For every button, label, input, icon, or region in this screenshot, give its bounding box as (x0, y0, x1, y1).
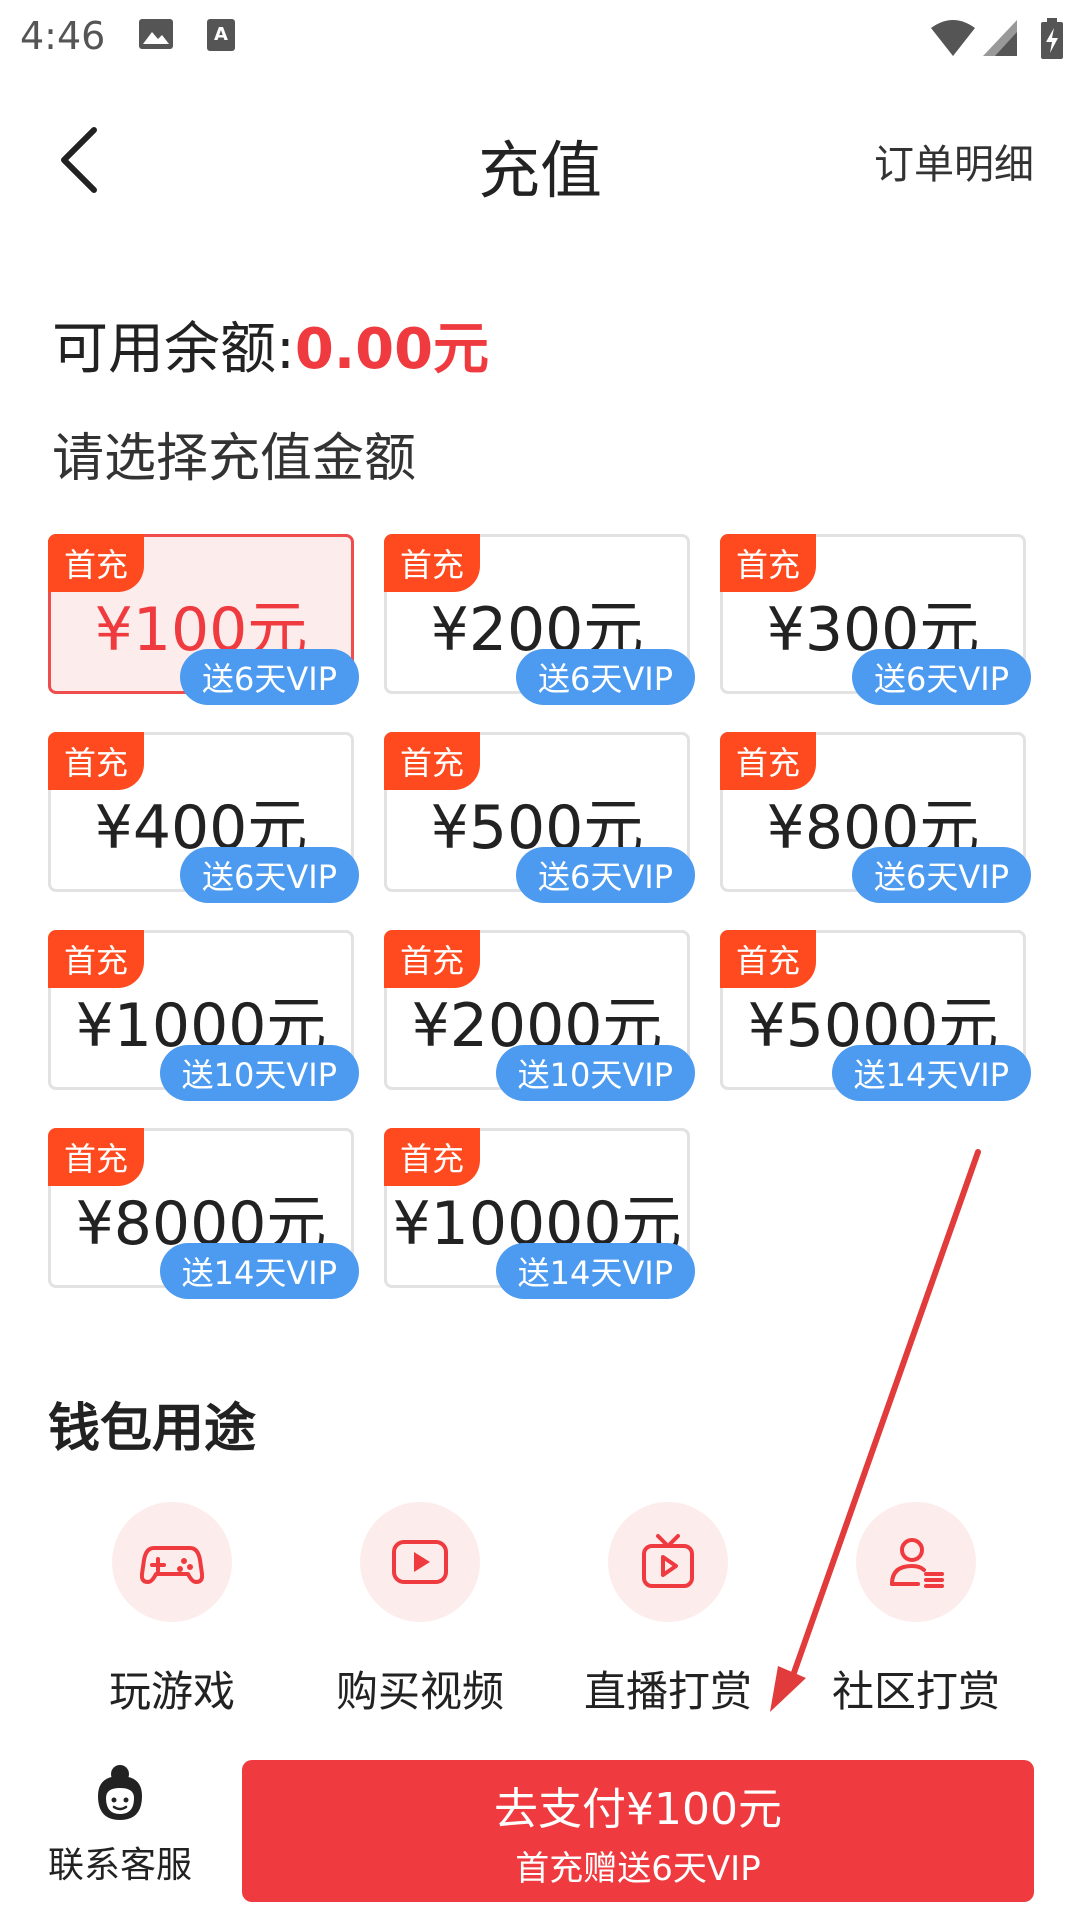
community-user-icon (890, 1538, 944, 1588)
customer-service-button[interactable]: 联系客服 (30, 1762, 210, 1888)
vip-bonus-pill: 送6天VIP (180, 847, 359, 903)
recharge-option-5000[interactable]: 首充 ¥5000元 送14天VIP (720, 930, 1031, 1101)
recharge-option-800[interactable]: 首充 ¥800元 送6天VIP (720, 732, 1031, 903)
vip-bonus-pill: 送6天VIP (180, 649, 359, 705)
use-label: 直播打赏 (583, 1667, 752, 1716)
wifi-icon (931, 20, 975, 56)
wallet-use-buy-video: 购买视频 (300, 1502, 540, 1719)
recharge-page: 4:46 A 充值 订单明细 可用余额:0.00元 请选择充值金额 首充 ¥10… (0, 0, 1080, 1920)
vip-bonus-pill: 送10天VIP (159, 1045, 359, 1101)
tv-live-icon (642, 1534, 694, 1588)
image-icon (139, 19, 173, 49)
text-a-icon: A (207, 19, 235, 51)
recharge-option-200[interactable]: 首充 ¥200元 送6天VIP (384, 534, 695, 705)
vip-bonus-pill: 送6天VIP (852, 649, 1031, 705)
available-balance: 可用余额:0.00元 (52, 304, 489, 385)
use-label: 社区打赏 (831, 1667, 1000, 1716)
recharge-option-100[interactable]: 首充 ¥100元 送6天VIP (48, 534, 359, 705)
status-bar: 4:46 A (0, 0, 1080, 72)
order-details-link[interactable]: 订单明细 (874, 132, 1034, 190)
recharge-option-1000[interactable]: 首充 ¥1000元 送10天VIP (48, 930, 359, 1101)
recharge-options-grid: 首充 ¥100元 送6天VIP 首充 ¥200元 送6天VIP 首充 ¥300元… (48, 534, 1048, 1304)
use-icon-circle (112, 1502, 232, 1622)
gamepad-icon (140, 1546, 204, 1584)
vip-bonus-pill: 送6天VIP (516, 649, 695, 705)
recharge-option-2000[interactable]: 首充 ¥2000元 送10天VIP (384, 930, 695, 1101)
balance-amount: 0.00元 (294, 317, 490, 382)
use-icon-circle (360, 1502, 480, 1622)
vip-bonus-pill: 送10天VIP (495, 1045, 695, 1101)
vip-bonus-pill: 送14天VIP (831, 1045, 1031, 1101)
use-icon-circle (856, 1502, 976, 1622)
wallet-use-community-tip: 社区打赏 (796, 1502, 1036, 1719)
balance-label: 可用余额: (52, 317, 295, 382)
use-label: 玩游戏 (108, 1667, 235, 1716)
use-icon-circle (608, 1502, 728, 1622)
pay-button[interactable]: 去支付¥100元 首充赠送6天VIP (242, 1760, 1034, 1902)
wallet-use-live-tip: 直播打赏 (548, 1502, 788, 1719)
recharge-option-10000[interactable]: 首充 ¥10000元 送14天VIP (384, 1128, 695, 1299)
recharge-option-400[interactable]: 首充 ¥400元 送6天VIP (48, 732, 359, 903)
use-label: 购买视频 (335, 1667, 504, 1716)
vip-bonus-pill: 送6天VIP (516, 847, 695, 903)
customer-service-icon (98, 1765, 142, 1820)
customer-service-label: 联系客服 (47, 1845, 192, 1886)
wallet-uses-title: 钱包用途 (48, 1399, 257, 1459)
video-play-icon (392, 1540, 448, 1584)
svg-text:A: A (214, 24, 228, 45)
pay-button-sublabel: 首充赠送6天VIP (515, 1848, 761, 1889)
recharge-option-500[interactable]: 首充 ¥500元 送6天VIP (384, 732, 695, 903)
vip-bonus-pill: 送14天VIP (495, 1243, 695, 1299)
status-time: 4:46 (20, 14, 106, 58)
recharge-option-300[interactable]: 首充 ¥300元 送6天VIP (720, 534, 1031, 705)
recharge-option-8000[interactable]: 首充 ¥8000元 送14天VIP (48, 1128, 359, 1299)
choose-amount-label: 请选择充值金额 (52, 429, 417, 489)
wallet-use-game: 玩游戏 (52, 1502, 292, 1719)
signal-icon (983, 20, 1017, 56)
battery-icon (1041, 18, 1063, 59)
pay-button-label: 去支付¥100元 (494, 1783, 782, 1835)
vip-bonus-pill: 送14天VIP (159, 1243, 359, 1299)
vip-bonus-pill: 送6天VIP (852, 847, 1031, 903)
